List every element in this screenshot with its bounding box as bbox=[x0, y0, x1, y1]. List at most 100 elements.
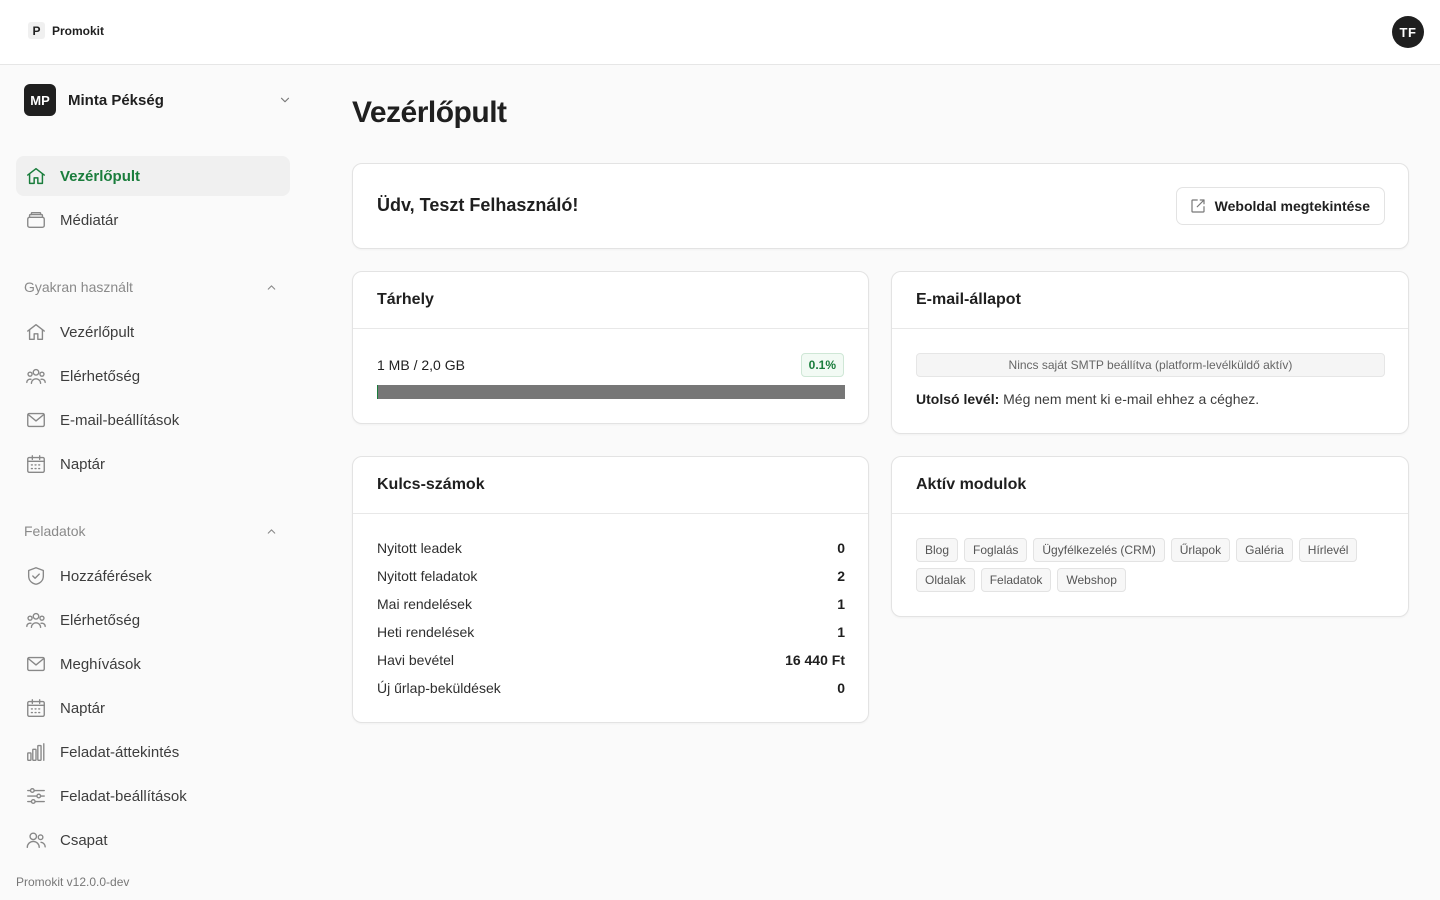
sidebar-item-label: Vezérlőpult bbox=[60, 323, 135, 341]
sidebar-item-dashboard[interactable]: Vezérlőpult bbox=[16, 156, 290, 196]
key-label: Havi bevétel bbox=[377, 652, 455, 668]
module-tag: Feladatok bbox=[980, 568, 1052, 592]
calendar-icon bbox=[24, 452, 48, 476]
key-row-weekly-orders: Heti rendelések 1 bbox=[377, 624, 845, 640]
key-value: 2 bbox=[837, 568, 845, 584]
sidebar-item-contacts[interactable]: Elérhetőség bbox=[16, 356, 290, 396]
storage-card: Tárhely 1 MB / 2,0 GB 0.1% bbox=[352, 271, 869, 424]
storage-progress-fill bbox=[377, 385, 845, 399]
section-title: Feladatok bbox=[24, 523, 86, 539]
view-website-button[interactable]: Weboldal megtekintése bbox=[1175, 187, 1385, 225]
page-title: Vezérlőpult bbox=[352, 96, 507, 129]
app-version: Promokit v12.0.0-dev bbox=[16, 875, 130, 889]
module-tag: Hírlevél bbox=[1298, 538, 1358, 562]
sidebar-item-label: Médiatár bbox=[60, 211, 119, 229]
archive-icon bbox=[24, 208, 48, 232]
org-avatar: MP bbox=[24, 84, 56, 116]
key-row-open-leads: Nyitott leadek 0 bbox=[377, 540, 845, 556]
last-email-text: Még nem ment ki e-mail ehhez a céghez. bbox=[1003, 391, 1260, 407]
card-title: Tárhely bbox=[353, 272, 868, 329]
module-tag: Foglalás bbox=[964, 538, 1028, 562]
users-icon bbox=[24, 364, 48, 388]
top-bar: P Promokit TF bbox=[0, 0, 1440, 65]
key-numbers-card: Kulcs-számok Nyitott leadek 0 Nyitott fe… bbox=[352, 456, 869, 723]
sidebar-item-label: Feladat-áttekintés bbox=[60, 743, 180, 761]
sidebar: MP Minta Pékség Vezérlőpult Médiatár Gya… bbox=[0, 65, 306, 900]
sidebar-item-access[interactable]: Hozzáférések bbox=[16, 556, 290, 596]
home-icon bbox=[24, 320, 48, 344]
bar-chart-icon bbox=[24, 740, 48, 764]
sliders-icon bbox=[24, 784, 48, 808]
sidebar-item-media[interactable]: Médiatár bbox=[16, 200, 290, 240]
module-tag: Webshop bbox=[1057, 568, 1126, 592]
brand[interactable]: P Promokit bbox=[28, 22, 104, 39]
org-name: Minta Pékség bbox=[68, 91, 164, 109]
storage-usage: 1 MB / 2,0 GB bbox=[377, 357, 465, 373]
chevron-up-icon bbox=[267, 284, 276, 290]
sidebar-item-label: Elérhetőség bbox=[60, 367, 141, 385]
sidebar-item-invitations[interactable]: Meghívások bbox=[16, 644, 290, 684]
sidebar-item-email-settings[interactable]: E-mail-beállítások bbox=[16, 400, 290, 440]
email-status-card: E-mail-állapot Nincs saját SMTP beállítv… bbox=[891, 271, 1409, 434]
sidebar-item-label: Vezérlőpult bbox=[60, 167, 141, 185]
sidebar-item-contacts-tasks[interactable]: Elérhetőség bbox=[16, 600, 290, 640]
section-frequent[interactable]: Gyakran használt bbox=[24, 279, 278, 295]
sidebar-item-label: Elérhetőség bbox=[60, 611, 141, 629]
key-row-today-orders: Mai rendelések 1 bbox=[377, 596, 845, 612]
user-avatar[interactable]: TF bbox=[1392, 16, 1424, 48]
module-tag: Galéria bbox=[1236, 538, 1293, 562]
key-value: 1 bbox=[837, 596, 845, 612]
team-icon bbox=[24, 828, 48, 852]
key-value: 0 bbox=[837, 540, 845, 556]
card-title: Kulcs-számok bbox=[353, 457, 868, 514]
card-title: E-mail-állapot bbox=[892, 272, 1408, 329]
sidebar-item-label: Csapat bbox=[60, 831, 108, 849]
sidebar-item-team[interactable]: Csapat bbox=[16, 820, 290, 860]
key-value: 16 440 Ft bbox=[785, 652, 845, 668]
sidebar-item-label: Naptár bbox=[60, 699, 106, 717]
external-edit-icon bbox=[1191, 199, 1205, 213]
module-tags: Blog Foglalás Ügyfélkezelés (CRM) Űrlapo… bbox=[916, 538, 1386, 592]
last-email-line: Utolsó levél: Még nem ment ki e-mail ehh… bbox=[916, 391, 1259, 407]
card-title: Aktív modulok bbox=[892, 457, 1408, 514]
section-tasks[interactable]: Feladatok bbox=[24, 523, 278, 539]
mail-icon bbox=[24, 408, 48, 432]
users-icon bbox=[24, 608, 48, 632]
brand-logo-icon: P bbox=[28, 22, 45, 39]
key-label: Heti rendelések bbox=[377, 624, 475, 640]
key-label: Új űrlap-beküldések bbox=[377, 680, 501, 696]
chevron-down-icon bbox=[280, 97, 290, 103]
last-email-label: Utolsó levél: bbox=[916, 391, 1000, 407]
brand-name: Promokit bbox=[52, 23, 105, 38]
sidebar-item-dashboard-frequent[interactable]: Vezérlőpult bbox=[16, 312, 290, 352]
module-tag: Űrlapok bbox=[1170, 538, 1231, 562]
storage-percent-badge: 0.1% bbox=[800, 353, 844, 377]
key-label: Nyitott leadek bbox=[377, 540, 462, 556]
smtp-status-badge: Nincs saját SMTP beállítva (platform-lev… bbox=[916, 353, 1385, 377]
key-row-monthly-revenue: Havi bevétel 16 440 Ft bbox=[377, 652, 845, 668]
org-switcher[interactable]: MP Minta Pékség bbox=[24, 84, 294, 116]
sidebar-item-label: Hozzáférések bbox=[60, 567, 152, 585]
chevron-up-icon bbox=[267, 528, 276, 534]
sidebar-item-task-settings[interactable]: Feladat-beállítások bbox=[16, 776, 290, 816]
active-modules-card: Aktív modulok Blog Foglalás Ügyfélkezelé… bbox=[891, 456, 1409, 617]
welcome-text: Üdv, Teszt Felhasználó! bbox=[377, 195, 579, 215]
shield-icon bbox=[24, 564, 48, 588]
module-tag: Ügyfélkezelés (CRM) bbox=[1033, 538, 1165, 562]
sidebar-item-label: Meghívások bbox=[60, 655, 141, 673]
key-value: 0 bbox=[837, 680, 845, 696]
sidebar-item-label: Feladat-beállítások bbox=[60, 787, 187, 805]
mail-icon bbox=[24, 652, 48, 676]
key-row-open-tasks: Nyitott feladatok 2 bbox=[377, 568, 845, 584]
storage-progress-bar bbox=[377, 385, 845, 399]
sidebar-item-calendar[interactable]: Naptár bbox=[16, 444, 290, 484]
sidebar-item-calendar-tasks[interactable]: Naptár bbox=[16, 688, 290, 728]
view-website-label: Weboldal megtekintése bbox=[1214, 198, 1370, 214]
module-tag: Oldalak bbox=[916, 568, 975, 592]
key-row-new-submissions: Új űrlap-beküldések 0 bbox=[377, 680, 845, 696]
sidebar-item-task-overview[interactable]: Feladat-áttekintés bbox=[16, 732, 290, 772]
key-value: 1 bbox=[837, 624, 845, 640]
module-tag: Blog bbox=[916, 538, 959, 562]
key-label: Nyitott feladatok bbox=[377, 568, 478, 584]
sidebar-item-label: E-mail-beállítások bbox=[60, 411, 180, 429]
